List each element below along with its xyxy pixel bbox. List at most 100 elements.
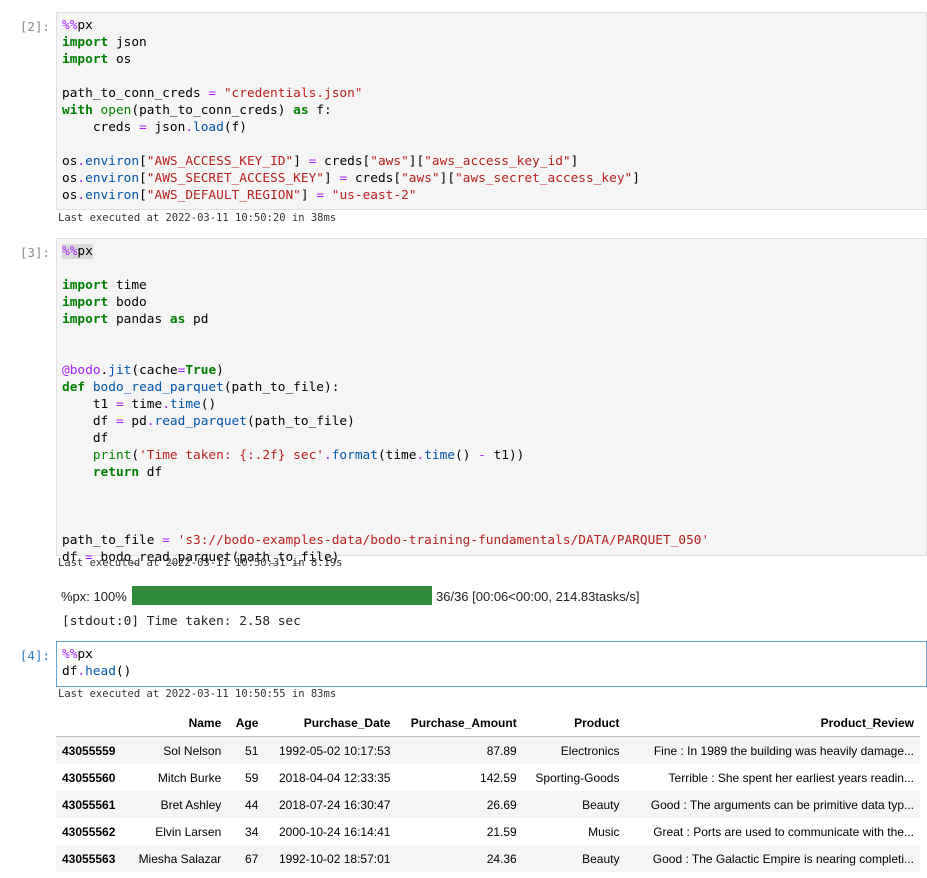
- code-token: df: [62, 431, 109, 446]
- code-token: @bodo: [62, 363, 101, 378]
- cell-prompt: [4]:: [19, 648, 50, 663]
- row-index: 43055559: [62, 743, 116, 758]
- stdout-output: [stdout:0] Time taken: 2.58 sec: [62, 614, 301, 629]
- code-token: %%: [62, 647, 78, 662]
- code-token: head: [85, 664, 116, 679]
- row-index: 43055560: [62, 770, 116, 785]
- code-line: t1 = time.time(): [62, 396, 216, 413]
- code-token: creds[: [347, 171, 402, 186]
- code-token: json: [108, 35, 147, 50]
- code-token: .: [77, 171, 86, 186]
- table-cell: 2018-04-04 12:33:35: [279, 770, 391, 785]
- table-cell: 2018-07-24 16:30:47: [279, 797, 391, 812]
- code-token: (time: [377, 448, 417, 463]
- table-cell: Elvin Larsen: [155, 824, 222, 839]
- row-index: 43055561: [62, 797, 116, 812]
- progress-stats: 36/36 [00:06<00:00, 214.83tasks/s]: [436, 589, 640, 604]
- column-header-purchase-date: Purchase_Date: [264, 710, 397, 737]
- code-token: px: [77, 244, 93, 259]
- code-line: @bodo.jit(cache=True): [62, 362, 224, 379]
- code-token: path_to_conn_creds: [62, 86, 209, 101]
- code-line: with open(path_to_conn_creds) as f:: [62, 102, 332, 119]
- table-cell: 44: [245, 797, 259, 812]
- code-token: [: [139, 154, 147, 169]
- table-cell: Music: [588, 824, 620, 839]
- code-token: 's3://bodo-examples-data/bodo-training-f…: [177, 533, 710, 548]
- code-cell-input[interactable]: %%px import time import bodo import pandas …: [56, 238, 927, 565]
- code-token: "aws_secret_access_key": [455, 171, 633, 186]
- table-cell: 142.59: [480, 770, 517, 785]
- code-token: "us-east-2": [331, 188, 417, 203]
- progress-fill: [132, 586, 432, 605]
- code-token: =: [139, 120, 147, 135]
- code-token: ): [216, 363, 224, 378]
- code-token: (: [131, 448, 140, 463]
- code-token: ][: [439, 171, 456, 186]
- code-line: print('Time taken: {:.2f} sec'.format(ti…: [62, 447, 525, 464]
- code-token: True: [185, 363, 217, 378]
- code-token: jit: [108, 363, 132, 378]
- code-token: import: [62, 278, 109, 293]
- code-token: path_to_file: [62, 533, 163, 548]
- table-cell: 87.89: [486, 743, 517, 758]
- table-header-row: Name Age Purchase_Date Purchase_Amount P…: [56, 710, 920, 737]
- code-token: df: [62, 664, 78, 679]
- code-token: time: [169, 397, 201, 412]
- code-token: pandas: [108, 312, 170, 327]
- code-line: os.environ["AWS_SECRET_ACCESS_KEY"] = cr…: [62, 170, 640, 187]
- code-token: t1: [62, 397, 116, 412]
- code-token: os: [62, 154, 78, 169]
- code-cell-input-active[interactable]: %%px df.head(): [56, 641, 927, 687]
- table-cell: Beauty: [582, 797, 620, 812]
- table-cell: 34: [245, 824, 259, 839]
- table-cell: Great : Ports are used to communicate wi…: [653, 824, 914, 839]
- code-line: import os: [62, 51, 131, 68]
- table-cell: Good : The Galactic Empire is nearing co…: [652, 851, 914, 866]
- dataframe-table: Name Age Purchase_Date Purchase_Amount P…: [56, 710, 920, 872]
- code-token: bodo: [108, 295, 147, 310]
- code-token: "AWS_DEFAULT_REGION": [146, 188, 301, 203]
- code-token: .: [77, 154, 86, 169]
- code-line: path_to_file = 's3://bodo-examples-data/…: [62, 532, 709, 549]
- code-token: =: [115, 397, 124, 412]
- code-token: time: [424, 448, 456, 463]
- code-token: .: [77, 188, 86, 203]
- code-token: "credentials.json": [223, 86, 363, 101]
- code-token: "AWS_SECRET_ACCESS_KEY": [146, 171, 324, 186]
- code-token: bodo_read_parquet: [92, 380, 224, 395]
- code-token: import: [62, 295, 109, 310]
- code-token: "aws": [401, 171, 440, 186]
- code-token: (): [200, 397, 217, 412]
- column-header-age: Age: [227, 710, 265, 737]
- table-cell: 26.69: [486, 797, 517, 812]
- table-cell: 1992-10-02 18:57:01: [279, 851, 391, 866]
- code-token: "aws": [370, 154, 409, 169]
- code-token: print: [92, 448, 132, 463]
- code-token: pd: [123, 414, 147, 429]
- table-cell: Mitch Burke: [157, 770, 222, 785]
- code-token: os: [62, 188, 78, 203]
- code-cell-input[interactable]: %%px import json import os path_to_conn_cre…: [56, 12, 927, 210]
- code-token: "AWS_ACCESS_KEY_ID": [146, 154, 294, 169]
- execution-time: Last executed at 2022-03-11 10:50:20 in …: [58, 212, 337, 224]
- code-token: .: [323, 448, 332, 463]
- column-header-purchase-amount: Purchase_Amount: [396, 710, 523, 737]
- code-token: time: [123, 397, 163, 412]
- code-token: def: [62, 380, 86, 395]
- code-line: df.head(): [62, 663, 131, 680]
- table-cell: 24.36: [486, 851, 517, 866]
- table-cell: Fine : In 1989 the building was heavily …: [653, 743, 914, 758]
- code-token: df: [62, 414, 116, 429]
- code-token: (): [115, 664, 132, 679]
- cell-prompt: [2]:: [19, 19, 50, 34]
- execution-time: Last executed at 2022-03-11 10:50:31 in …: [58, 557, 343, 569]
- code-token: ][: [408, 154, 425, 169]
- code-line: os.environ["AWS_DEFAULT_REGION"] = "us-e…: [62, 187, 417, 204]
- code-line: import time: [62, 277, 147, 294]
- code-line: import bodo: [62, 294, 147, 311]
- code-token: f:: [308, 103, 332, 118]
- execution-time: Last executed at 2022-03-11 10:50:55 in …: [58, 688, 337, 700]
